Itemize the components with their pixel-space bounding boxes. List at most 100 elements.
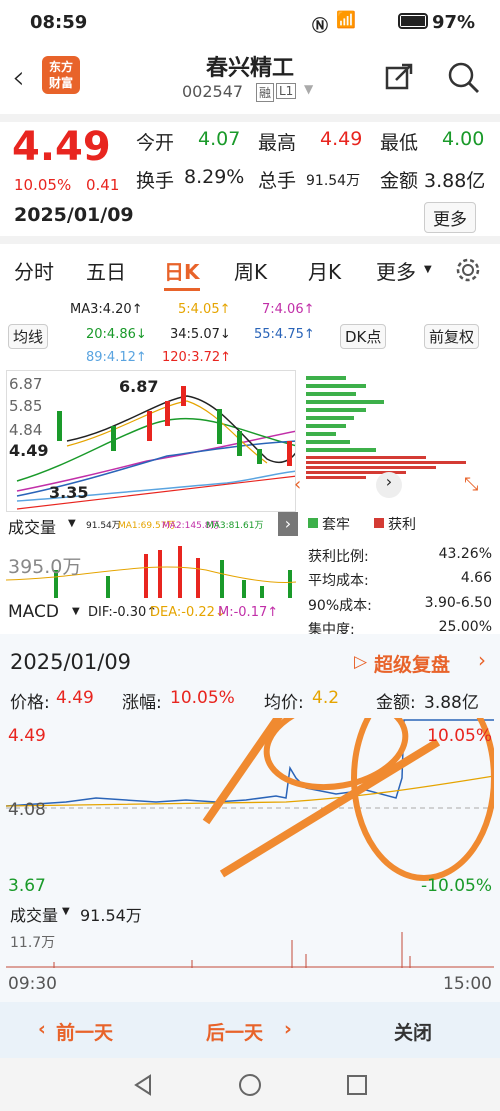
popup-y-bot: 3.67 <box>8 876 46 896</box>
ma89-value: 89:4.12↑ <box>86 350 147 365</box>
more-button[interactable]: 更多 <box>424 202 476 233</box>
ma-legend: 均线 MA3:4.20↑ 5:4.05↑ 7:4.06↑ 20:4.86↓ 34… <box>0 300 500 370</box>
trapped-legend: 套牢 <box>322 517 350 533</box>
ma5-value: 5:4.05↑ <box>178 302 231 317</box>
chevron-right-icon: › <box>284 1018 292 1040</box>
popup-y-top: 4.49 <box>8 726 46 746</box>
popup-volume: 91.54万 <box>80 906 142 925</box>
tab-five-day[interactable]: 五日 <box>86 256 126 285</box>
avg-cost-label: 平均成本: <box>308 573 369 589</box>
close-button[interactable]: 关闭 <box>394 1018 432 1045</box>
popup-actions: ‹ 前一天 后一天 › 关闭 <box>0 1002 500 1058</box>
popup-price: 4.49 <box>56 688 94 708</box>
amount-label: 金额 <box>380 170 419 192</box>
collapse-arrow-icon[interactable]: › <box>278 512 298 536</box>
tab-daily-k[interactable]: 日K <box>164 256 200 285</box>
next-day-button[interactable]: 后一天 <box>206 1018 263 1045</box>
stock-code: 002547 <box>182 82 244 101</box>
high-marker: 6.87 <box>119 377 159 396</box>
intraday-chart[interactable] <box>6 718 494 884</box>
popup-amount: 3.88亿 <box>424 693 479 713</box>
caret-down-icon: ▼ <box>424 264 432 275</box>
gear-icon[interactable] <box>454 256 482 284</box>
header: ‹ 东方 财富 春兴精工 002547 融 L1 ▼ <box>0 46 500 114</box>
macd-label: MACD <box>8 602 59 622</box>
tab-weekly-k[interactable]: 周K <box>234 256 267 285</box>
status-bar: 08:59 Ⓝ 📶 97% <box>0 0 500 46</box>
chevron-right-icon[interactable]: › <box>478 648 486 672</box>
dk-point-button[interactable]: DK点 <box>340 324 387 349</box>
expand-icon[interactable]: ⤡ <box>464 474 478 495</box>
ma7-value: 7:4.06↑ <box>262 302 315 317</box>
search-icon[interactable] <box>446 60 482 96</box>
ma34-value: 34:5.07↓ <box>170 327 231 342</box>
nav-home-icon[interactable] <box>238 1073 262 1097</box>
tab-more[interactable]: 更多 <box>376 256 416 285</box>
change-value: 0.41 <box>86 176 120 194</box>
low-value: 4.00 <box>442 128 485 150</box>
popup-avg: 4.2 <box>312 688 340 708</box>
tab-underline <box>164 288 200 291</box>
tab-intraday[interactable]: 分时 <box>14 256 54 285</box>
intraday-popup: 2025/01/09 ▷ 超级复盘 › 价格: 4.49 涨幅: 10.05% … <box>0 634 500 1002</box>
volume-total: 91.54万 <box>86 521 121 531</box>
chevron-right-icon[interactable]: › <box>376 472 402 498</box>
amount-value: 3.88亿 <box>424 170 486 192</box>
super-replay-link[interactable]: 超级复盘 <box>374 650 450 677</box>
low-marker: 3.35 <box>49 483 89 502</box>
restore-right-button[interactable]: 前复权 <box>424 324 480 349</box>
last-price: 4.49 <box>12 124 111 170</box>
popup-avg-label: 均价: <box>264 693 304 713</box>
ma55-value: 55:4.75↑ <box>254 327 315 342</box>
popup-amount-label: 金额: <box>376 693 416 713</box>
high-label: 最高 <box>258 132 297 154</box>
kline-axis-top: 6.87 <box>9 375 43 393</box>
system-nav-bar <box>0 1058 500 1111</box>
volume-label: 总手 <box>258 170 297 192</box>
popup-volume-bars <box>6 932 494 968</box>
volume-ma3: MA3:81.61万 <box>206 521 264 531</box>
wifi-icon: 📶 <box>336 10 356 29</box>
ma-dropdown[interactable]: 均线 <box>8 324 49 349</box>
ma120-value: 120:3.72↑ <box>162 350 232 365</box>
macd-panel: MACD ▼ DIF:-0.30↑ DEA:-0.22↓ M:-0.17↑ <box>0 602 300 634</box>
volume-label: 成交量 <box>8 518 57 537</box>
concentration-value: 25.00% <box>438 619 492 635</box>
kline-chart[interactable]: 6.87 5.85 4.84 6.87 4.49 3.35 <box>6 370 296 512</box>
margin-tag: 融 <box>256 83 275 102</box>
share-icon[interactable] <box>384 62 414 92</box>
avg-cost-value: 4.66 <box>460 570 492 586</box>
chevron-left-icon[interactable]: ‹ <box>294 474 301 495</box>
chevron-down-icon[interactable]: ▼ <box>304 82 313 96</box>
open-label: 今开 <box>136 132 175 154</box>
popup-y-mid: 4.08 <box>8 800 46 820</box>
stock-name: 春兴精工 <box>205 56 294 81</box>
cost-90-value: 3.90-6.50 <box>424 595 492 611</box>
nav-back-icon[interactable] <box>132 1074 154 1096</box>
low-label: 最低 <box>380 132 419 154</box>
period-tabs: 分时 五日 日K 周K 月K 更多 ▼ <box>0 244 500 296</box>
nfc-icon: Ⓝ <box>312 16 329 35</box>
volume-panel: 成交量 ▼ 91.54万 MA1:69.57万 MA2:145.8万 MA3:8… <box>0 512 300 602</box>
turnover-label: 换手 <box>136 170 175 192</box>
popup-price-label: 价格: <box>10 693 50 713</box>
popup-volume-label: 成交量 <box>10 906 59 925</box>
kline-axis-2: 5.85 <box>9 397 43 415</box>
popup-pct: 10.05% <box>170 688 235 708</box>
cost-90-label: 90%成本: <box>308 598 372 614</box>
price-tag: 4.49 <box>9 441 49 460</box>
popup-date: 2025/01/09 <box>10 650 132 674</box>
caret-down-icon: ▼ <box>72 606 80 617</box>
popup-time-start: 09:30 <box>8 974 57 994</box>
play-icon[interactable]: ▷ <box>354 652 367 672</box>
trapped-legend-swatch <box>308 518 318 528</box>
tab-monthly-k[interactable]: 月K <box>308 256 341 285</box>
profit-ratio-label: 获利比例: <box>308 549 369 565</box>
nav-recents-icon[interactable] <box>346 1074 368 1096</box>
popup-pct-top: 10.05% <box>427 726 492 746</box>
prev-day-button[interactable]: 前一天 <box>56 1018 113 1045</box>
status-time: 08:59 <box>30 12 88 33</box>
caret-down-icon: ▼ <box>62 906 70 917</box>
macd-dea: DEA:-0.22↓ <box>150 605 226 620</box>
ma20-value: 20:4.86↓ <box>86 327 147 342</box>
